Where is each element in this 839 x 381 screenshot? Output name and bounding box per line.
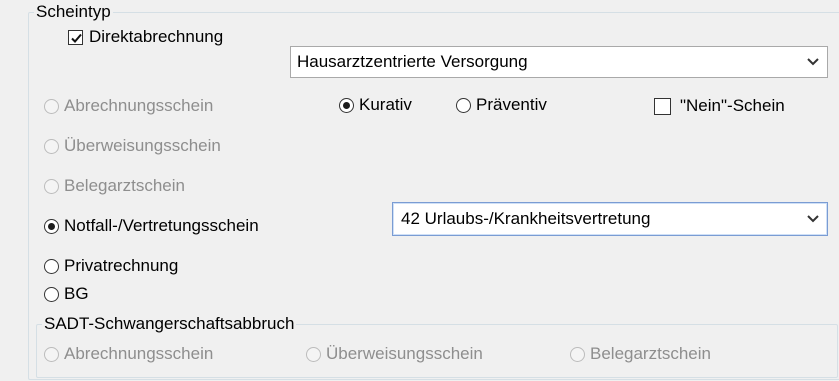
nein-schein-label: "Nein"-Schein bbox=[680, 96, 785, 115]
radio-bg[interactable]: BG bbox=[44, 283, 89, 305]
direktabrechnung-label: Direktabrechnung bbox=[89, 27, 224, 46]
direktabrechnung-checkbox[interactable]: Direktabrechnung bbox=[68, 26, 223, 48]
chevron-down-icon[interactable] bbox=[799, 47, 827, 77]
radio-privatrechnung[interactable]: Privatrechnung bbox=[44, 255, 178, 277]
radio-label: Abrechnungsschein bbox=[64, 96, 214, 115]
radio-belegarztschein[interactable]: Belegarztschein bbox=[44, 175, 185, 197]
radio-circle[interactable] bbox=[44, 98, 59, 114]
radio-abrechnungsschein[interactable]: Abrechnungsschein bbox=[44, 95, 213, 117]
radio-label: Privatrechnung bbox=[64, 256, 179, 275]
radio-circle[interactable] bbox=[339, 97, 354, 113]
sadt-radio-ueberweisungsschein[interactable]: Überweisungsschein bbox=[306, 343, 483, 365]
sadt-radio-belegarztschein[interactable]: Belegarztschein bbox=[570, 343, 711, 365]
radio-circle[interactable] bbox=[44, 218, 59, 234]
radio-label: Notfall-/Vertretungsschein bbox=[64, 216, 259, 235]
praeventiv-label: Präventiv bbox=[476, 95, 547, 114]
vertretung-select[interactable]: 42 Urlaubs-/Krankheitsvertretung bbox=[392, 202, 828, 236]
radio-label: Überweisungsschein bbox=[326, 344, 483, 363]
versorgung-select-value: Hausarztzentrierte Versorgung bbox=[297, 52, 528, 71]
checkbox-box[interactable] bbox=[68, 29, 83, 45]
radio-circle[interactable] bbox=[306, 346, 321, 362]
radio-circle[interactable] bbox=[44, 178, 59, 194]
radio-kurativ[interactable]: Kurativ bbox=[339, 94, 412, 116]
versorgung-select[interactable]: Hausarztzentrierte Versorgung bbox=[290, 46, 828, 78]
sadt-radio-abrechnungsschein[interactable]: Abrechnungsschein bbox=[44, 343, 213, 365]
checkbox-box[interactable] bbox=[654, 97, 671, 115]
radio-label: Überweisungsschein bbox=[64, 136, 221, 155]
checkmark-icon bbox=[71, 33, 82, 43]
nein-schein-checkbox[interactable]: "Nein"-Schein bbox=[654, 95, 785, 117]
radio-circle[interactable] bbox=[456, 97, 471, 113]
radio-label: Belegarztschein bbox=[590, 344, 711, 363]
vertretung-select-value: 42 Urlaubs-/Krankheitsvertretung bbox=[401, 209, 651, 228]
radio-label: BG bbox=[64, 284, 89, 303]
radio-circle[interactable] bbox=[570, 346, 585, 362]
chevron-down-icon[interactable] bbox=[799, 203, 827, 235]
radio-circle[interactable] bbox=[44, 286, 59, 302]
sadt-legend: SADT-Schwangerschaftsabbruch bbox=[42, 314, 297, 334]
radio-circle[interactable] bbox=[44, 138, 59, 154]
radio-circle[interactable] bbox=[44, 258, 59, 274]
kurativ-label: Kurativ bbox=[359, 95, 412, 114]
radio-label: Abrechnungsschein bbox=[64, 344, 214, 363]
radio-ueberweisungsschein[interactable]: Überweisungsschein bbox=[44, 135, 221, 157]
radio-notfall-vertretungsschein[interactable]: Notfall-/Vertretungsschein bbox=[44, 215, 259, 237]
radio-label: Belegarztschein bbox=[64, 176, 185, 195]
radio-circle[interactable] bbox=[44, 346, 59, 362]
scheintyp-legend: Scheintyp bbox=[34, 2, 113, 22]
radio-praeventiv[interactable]: Präventiv bbox=[456, 94, 547, 116]
